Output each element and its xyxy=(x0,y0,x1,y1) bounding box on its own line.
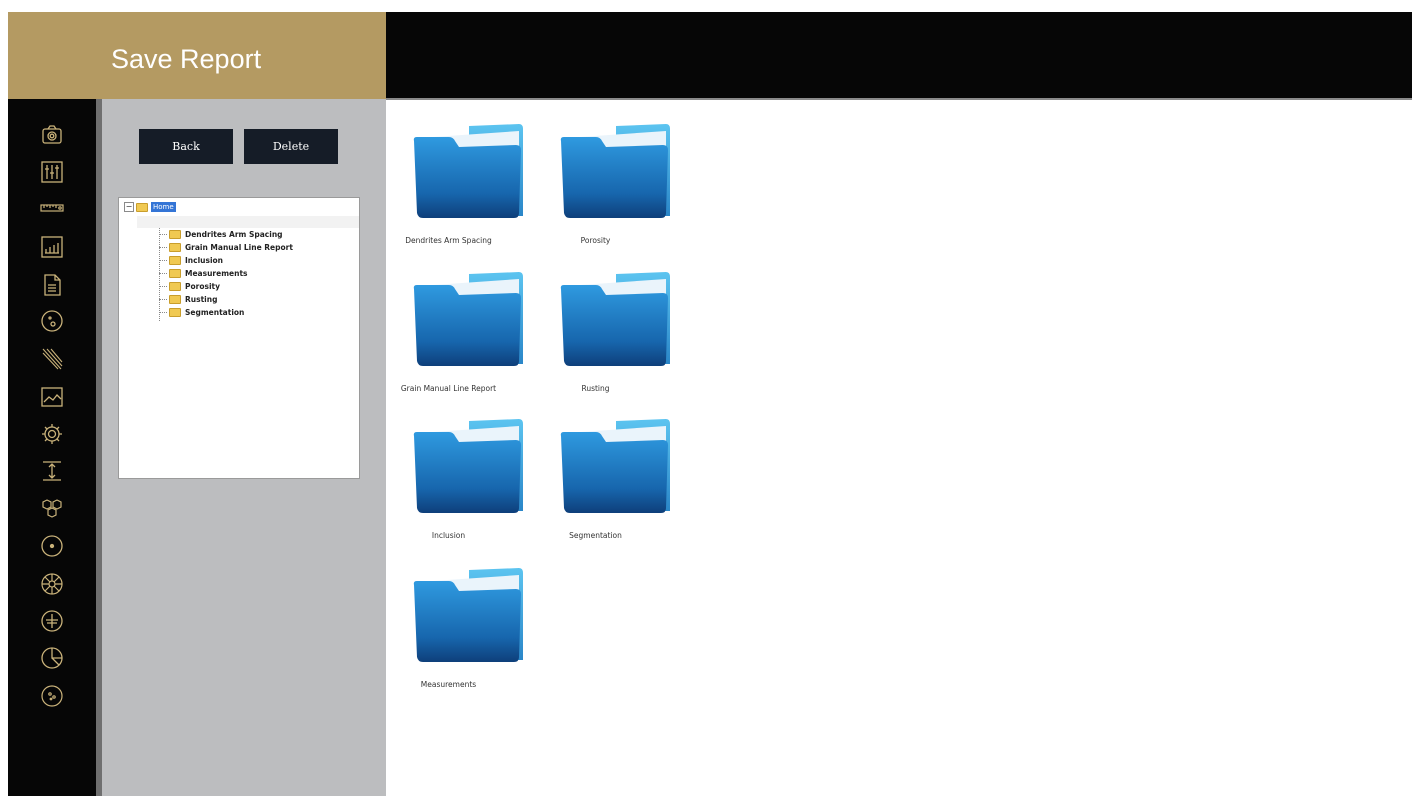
folder-icon xyxy=(560,124,670,218)
folder-label: Segmentation xyxy=(569,531,622,540)
page-title: Save Report xyxy=(111,44,262,74)
folder-label: Measurements xyxy=(420,680,477,689)
folder-label: Rusting xyxy=(581,384,610,393)
tree-item[interactable]: Inclusion xyxy=(159,255,223,265)
tree-item[interactable]: Dendrites Arm Spacing xyxy=(159,229,283,239)
folder-icon xyxy=(169,307,181,317)
bar-chart-icon[interactable] xyxy=(40,235,64,259)
folder-label: Porosity xyxy=(580,236,611,245)
folder-tree[interactable]: − Home Dendrites Arm Spacing Grain Manua… xyxy=(118,197,360,479)
tree-item[interactable]: Measurements xyxy=(159,268,248,278)
folder-icon xyxy=(560,419,670,513)
folder-tile[interactable]: Inclusion xyxy=(391,416,539,556)
folder-icon xyxy=(560,272,670,366)
folder-tile[interactable]: Rusting xyxy=(538,269,686,409)
tree-root[interactable]: − Home xyxy=(124,201,176,213)
circle-dot-icon[interactable] xyxy=(40,534,64,558)
circle-dots-icon[interactable] xyxy=(40,309,64,333)
folder-tile[interactable]: Porosity xyxy=(538,121,686,261)
header-bar xyxy=(386,12,1412,98)
ruler-icon[interactable] xyxy=(40,196,64,220)
back-button[interactable]: Back xyxy=(139,129,233,164)
tree-item[interactable]: Porosity xyxy=(159,281,220,291)
folder-icon xyxy=(169,294,181,304)
title-bar: Save Report xyxy=(8,12,386,99)
folder-icon xyxy=(413,272,523,366)
tree-root-label[interactable]: Home xyxy=(151,202,176,212)
folder-icon xyxy=(169,242,181,252)
tree-item[interactable]: Grain Manual Line Report xyxy=(159,242,293,252)
hexagons-icon[interactable] xyxy=(40,497,64,521)
save-report-screen: Save Report Back Delete − Home Dendrites… xyxy=(8,12,1412,796)
sliders-icon[interactable] xyxy=(40,160,64,184)
circle-plus-icon[interactable] xyxy=(40,609,64,633)
tree-hover-row xyxy=(137,216,359,228)
folder-tile[interactable]: Dendrites Arm Spacing xyxy=(391,121,539,261)
header-divider xyxy=(386,98,1412,100)
measure-height-icon[interactable] xyxy=(40,459,64,483)
diagonal-lines-icon[interactable] xyxy=(40,347,64,371)
folder-icon xyxy=(169,268,181,278)
folder-icon xyxy=(169,281,181,291)
folder-icon xyxy=(136,202,148,212)
pie-chart-icon[interactable] xyxy=(40,646,64,670)
folder-icon xyxy=(413,419,523,513)
gear-icon[interactable] xyxy=(40,422,64,446)
folder-tile[interactable]: Measurements xyxy=(391,565,539,705)
flower-icon[interactable] xyxy=(40,572,64,596)
folder-label: Inclusion xyxy=(431,531,466,540)
folder-label: Dendrites Arm Spacing xyxy=(405,236,492,245)
circle-cells-icon[interactable] xyxy=(40,684,64,708)
folder-icon xyxy=(413,124,523,218)
folder-tile[interactable]: Segmentation xyxy=(538,416,686,556)
folder-icon xyxy=(413,568,523,662)
tree-item[interactable]: Rusting xyxy=(159,294,217,304)
image-graph-icon[interactable] xyxy=(40,385,64,409)
folder-icon xyxy=(169,255,181,265)
tree-item[interactable]: Segmentation xyxy=(159,307,244,317)
folder-icon xyxy=(169,229,181,239)
document-icon[interactable] xyxy=(40,273,64,297)
camera-icon[interactable] xyxy=(40,123,64,147)
folder-label: Grain Manual Line Report xyxy=(400,384,497,393)
folder-tile[interactable]: Grain Manual Line Report xyxy=(391,269,539,409)
collapse-toggle-icon[interactable]: − xyxy=(124,202,134,212)
delete-button[interactable]: Delete xyxy=(244,129,338,164)
